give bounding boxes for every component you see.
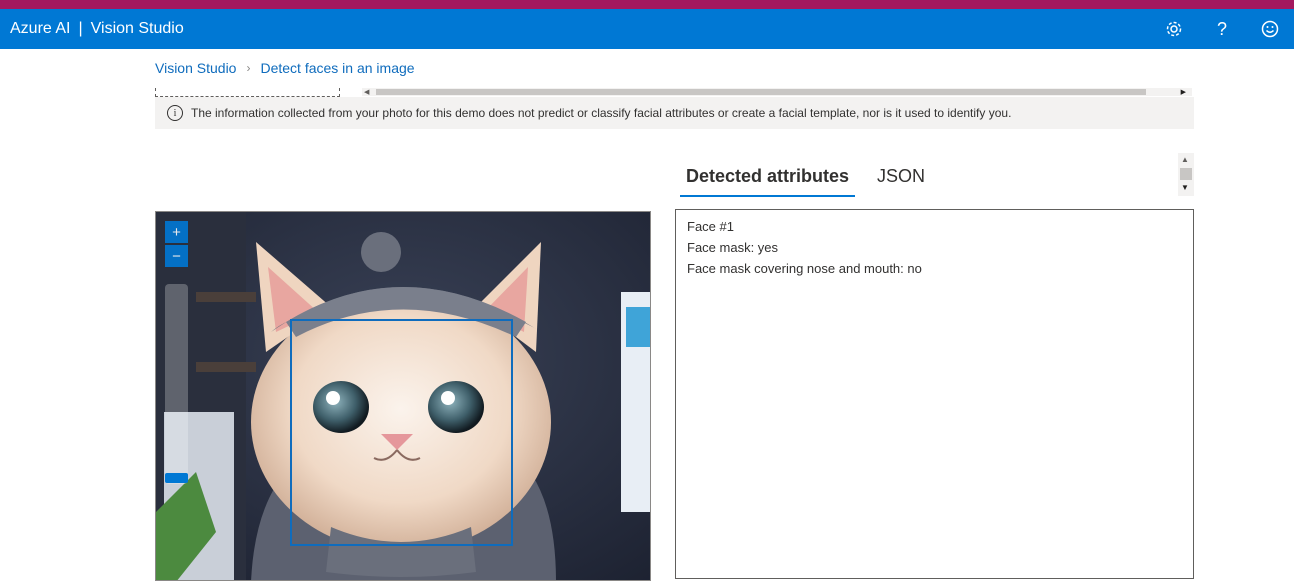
result-line: Face mask: yes	[687, 240, 779, 255]
zoom-in-button[interactable]: +	[165, 221, 188, 243]
scroll-right-icon[interactable]: ▶	[1181, 88, 1186, 96]
tab-detected-attributes[interactable]: Detected attributes	[680, 160, 856, 197]
scroll-left-icon[interactable]: ◀	[364, 88, 369, 96]
tabs-scrollbar[interactable]: ▲ ▼	[1178, 153, 1194, 196]
brand[interactable]: Azure AI | Vision Studio	[0, 20, 184, 38]
scroll-down-icon[interactable]: ▼	[1181, 183, 1189, 192]
chevron-right-icon: ›	[246, 61, 251, 75]
zoom-out-button[interactable]: −	[165, 245, 188, 267]
info-notice-bar: i The information collected from your ph…	[155, 97, 1194, 129]
feedback-smiley-icon[interactable]	[1246, 9, 1294, 49]
result-line: Face mask covering nose and mouth: no	[687, 261, 922, 276]
header-actions: ?	[1150, 9, 1294, 49]
zoom-slider-thumb[interactable]	[165, 473, 188, 483]
result-line: Face #1	[687, 219, 734, 234]
scrollbar-thumb[interactable]	[376, 89, 1146, 95]
product-name: Vision Studio	[90, 20, 184, 37]
results-panel: Face #1 Face mask: yes Face mask coverin…	[675, 209, 1194, 579]
scroll-up-icon[interactable]: ▲	[1181, 155, 1189, 164]
brand-separator: |	[78, 20, 83, 37]
breadcrumb-current[interactable]: Detect faces in an image	[260, 60, 414, 76]
top-accent-strip	[0, 0, 1294, 9]
horizontal-scrollbar[interactable]: ◀ ▶	[362, 88, 1192, 96]
info-icon: i	[167, 105, 183, 121]
image-viewer[interactable]: + −	[155, 211, 651, 581]
brand-name: Azure AI	[10, 20, 71, 37]
help-icon[interactable]: ?	[1198, 9, 1246, 49]
zoom-slider-track[interactable]	[165, 284, 188, 484]
scrollbar-thumb[interactable]	[1180, 168, 1192, 180]
breadcrumb-home[interactable]: Vision Studio	[155, 60, 236, 76]
breadcrumb: Vision Studio › Detect faces in an image	[155, 60, 415, 76]
face-bounding-box	[290, 319, 513, 546]
info-notice-text: The information collected from your phot…	[191, 106, 1012, 120]
settings-icon[interactable]	[1150, 9, 1198, 49]
result-tabs: Detected attributes JSON	[680, 160, 947, 197]
sample-image-selection-edge[interactable]	[155, 88, 340, 97]
app-header: Azure AI | Vision Studio ?	[0, 9, 1294, 49]
tab-json[interactable]: JSON	[871, 160, 931, 197]
